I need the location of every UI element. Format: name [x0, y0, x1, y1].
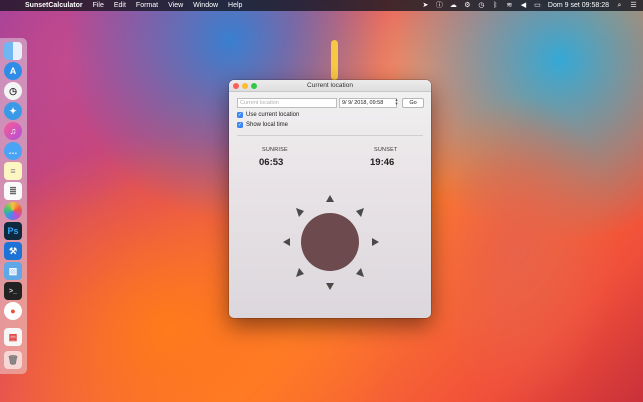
- bluetooth-icon[interactable]: ᛒ: [492, 2, 499, 9]
- sun-illustration: [283, 195, 379, 290]
- menu-file[interactable]: File: [93, 2, 104, 9]
- pages-icon[interactable]: ▤: [4, 328, 22, 346]
- preview-icon[interactable]: ▧: [4, 262, 22, 280]
- menu-help[interactable]: Help: [228, 2, 242, 9]
- finder-icon[interactable]: [4, 42, 22, 60]
- location-arrow-icon[interactable]: ➤: [422, 2, 429, 9]
- status-area: ➤ ⓘ ☁ ⚙ ◷ ᛒ ≋ ◀ ▭ Dom 9 set 09:58:28 ⌕ ☰: [422, 0, 637, 11]
- app-window: Current location Current location 9/ 9/ …: [229, 80, 431, 318]
- wallpaper-streak: [331, 40, 338, 80]
- sun-ray: [356, 208, 364, 217]
- menu-format[interactable]: Format: [136, 2, 158, 9]
- sun-ray: [356, 268, 364, 277]
- sunset-calculator-icon[interactable]: ●: [4, 302, 22, 320]
- menu-clock[interactable]: Dom 9 set 09:58:28: [548, 2, 609, 9]
- sun-ray: [296, 268, 304, 277]
- menu-edit[interactable]: Edit: [114, 2, 126, 9]
- sun-ray: [283, 238, 290, 246]
- terminal-icon[interactable]: >_: [4, 282, 22, 300]
- menu-app-name[interactable]: SunsetCalculator: [25, 2, 83, 9]
- sun-ray: [296, 208, 304, 217]
- search-icon[interactable]: ⌕: [616, 2, 623, 9]
- textedit-icon[interactable]: ≣: [4, 182, 22, 200]
- xcode-icon[interactable]: ⚒: [4, 242, 22, 260]
- app-store-icon[interactable]: A: [4, 62, 22, 80]
- trash-icon[interactable]: 🗑: [4, 351, 22, 369]
- safari-icon[interactable]: ✦: [4, 102, 22, 120]
- menu-bar: SunsetCalculator File Edit Format View W…: [0, 0, 643, 11]
- messages-icon[interactable]: …: [4, 142, 22, 160]
- sun-icon: [301, 213, 359, 271]
- sun-ray: [326, 195, 334, 202]
- itunes-icon[interactable]: ♫: [4, 122, 22, 140]
- sun-ray: [372, 238, 379, 246]
- cloud-icon[interactable]: ☁: [450, 2, 457, 9]
- info-icon[interactable]: ⓘ: [436, 2, 443, 9]
- time-machine-icon[interactable]: ◷: [478, 2, 485, 9]
- clock-icon[interactable]: ◷: [4, 82, 22, 100]
- sun-ray: [326, 283, 334, 290]
- photos-icon[interactable]: [4, 202, 22, 220]
- menu-view[interactable]: View: [168, 2, 183, 9]
- wifi-icon[interactable]: ≋: [506, 2, 513, 9]
- notification-center-icon[interactable]: ☰: [630, 2, 637, 9]
- gear-icon[interactable]: ⚙: [464, 2, 471, 9]
- menu-window[interactable]: Window: [193, 2, 218, 9]
- photoshop-icon[interactable]: Ps: [4, 222, 22, 240]
- volume-icon[interactable]: ◀: [520, 2, 527, 9]
- notes-icon[interactable]: ≡: [4, 162, 22, 180]
- dock: A ◷ ✦ ♫ … ≡ ≣ Ps ⚒ ▧ >_ ● ▤ 🗑: [0, 38, 27, 374]
- battery-icon[interactable]: ▭: [534, 2, 541, 9]
